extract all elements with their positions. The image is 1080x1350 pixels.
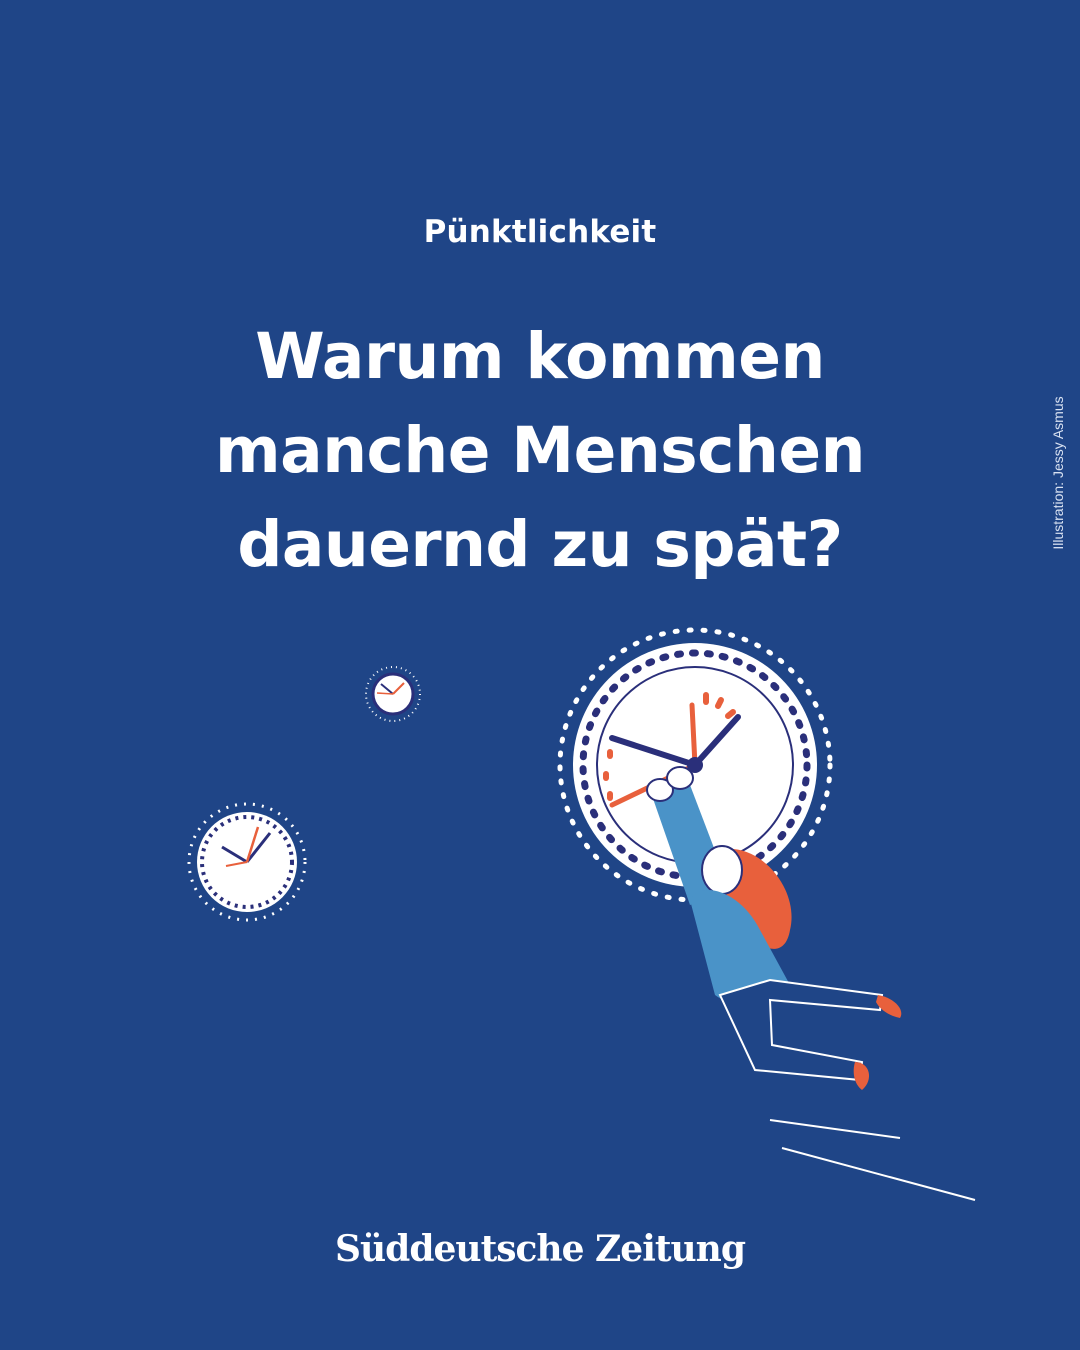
illustration-woman-hanging-on-clock	[187, 627, 976, 1201]
brand-logo: Süddeutsche Zeitung	[334, 1228, 746, 1270]
medium-clock-icon	[187, 802, 307, 922]
small-clock-icon	[365, 666, 421, 722]
motion-lines	[769, 1119, 976, 1201]
